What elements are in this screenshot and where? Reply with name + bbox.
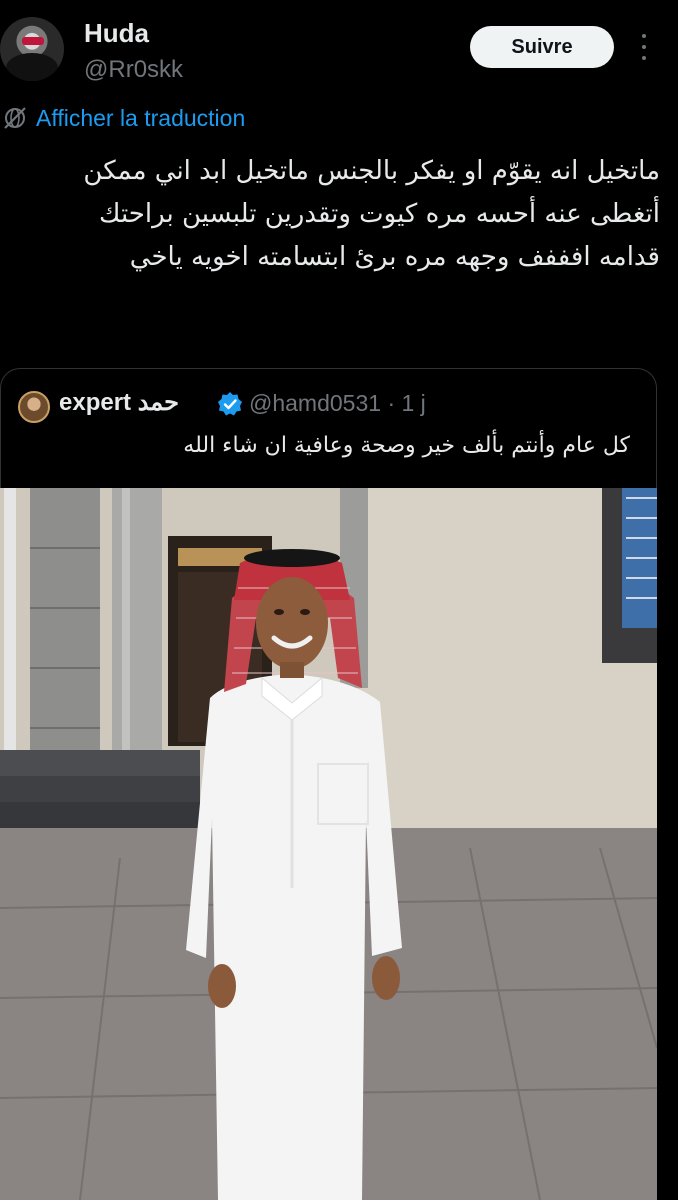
quoted-tweet-text: كل عام وأنتم بألف خير وصحة وعافية ان شاء… — [183, 433, 630, 458]
show-translation-label: Afficher la traduction — [36, 104, 246, 131]
show-translation-link[interactable]: Afficher la traduction — [2, 102, 245, 134]
quoted-tweet[interactable]: expert حمد @hamd0531 · 1 j كل عام وأنتم … — [0, 368, 657, 488]
author-name[interactable]: Huda — [84, 18, 149, 49]
author-avatar[interactable] — [0, 17, 64, 81]
author-handle[interactable]: @Rr0skk — [84, 56, 183, 84]
quoted-tweet-photo[interactable] — [0, 488, 657, 1200]
globe-slash-icon — [4, 107, 26, 129]
quoted-author-name: expert حمد — [59, 389, 180, 416]
verified-badge-icon — [218, 392, 242, 416]
quoted-handle-time: @hamd0531 · 1 j — [249, 390, 426, 416]
follow-button[interactable]: Suivre — [470, 26, 614, 68]
quoted-author-avatar — [18, 391, 50, 423]
tweet-header: Huda @Rr0skk Suivre — [0, 0, 678, 100]
tweet-text: ماتخيل انه يقوّم او يفكر بالجنس ماتخيل ا… — [83, 156, 660, 272]
more-vertical-icon[interactable] — [634, 30, 654, 64]
photo-illustration — [0, 488, 657, 1200]
